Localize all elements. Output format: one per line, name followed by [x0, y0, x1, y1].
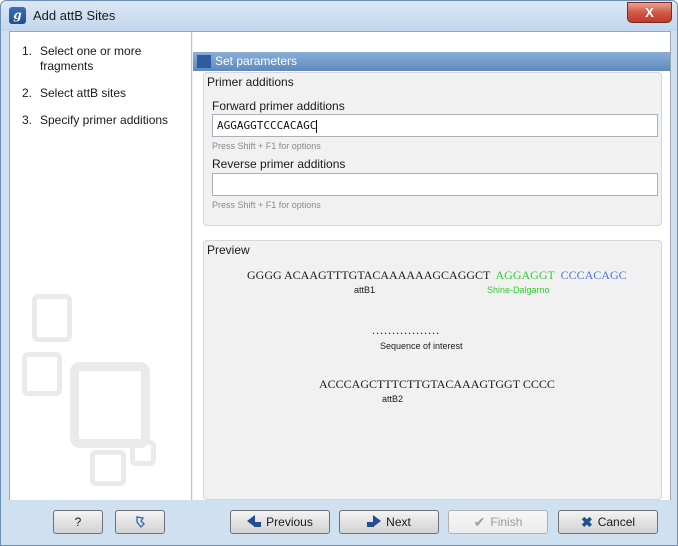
header-icon	[197, 55, 211, 68]
step-label: Select attB sites	[40, 86, 127, 100]
next-button[interactable]: Next	[339, 510, 439, 534]
cancel-button[interactable]: ✖ Cancel	[558, 510, 658, 534]
preview-line-1: GGGG ACAAGTTTGTACAAAAAAGCAGGCT AGGAGGT C…	[247, 268, 627, 282]
step-label: Specify primer additions	[40, 113, 169, 127]
set-parameters-header: Set parameters	[193, 52, 670, 71]
forward-primer-input[interactable]: AGGAGGTCCCACAGC	[212, 114, 658, 137]
reverse-primer-input[interactable]	[212, 173, 658, 196]
shine-dalgarno-caption: Shine-Dalgarno	[487, 285, 550, 295]
previous-arrow-icon	[247, 514, 262, 530]
close-button[interactable]: X	[627, 2, 672, 23]
attb1-caption: attB1	[354, 285, 376, 295]
watermark-logo	[90, 450, 126, 486]
reverse-label: Reverse primer additions	[212, 157, 346, 171]
app-icon: g	[9, 7, 26, 24]
watermark-logo	[70, 362, 150, 448]
primer-additions-group: Primer additions Forward primer addition…	[203, 72, 662, 226]
cancel-x-icon: ✖	[580, 513, 593, 530]
undo-button[interactable]	[115, 510, 165, 534]
button-bar: ? Previous Next ✔ Finish ✖ Cancel	[1, 500, 677, 545]
step-item: 1. Select one or more fragments	[22, 44, 183, 74]
watermark-logo	[22, 352, 62, 396]
main-panel: Set parameters Primer additions Forward …	[193, 32, 670, 500]
dialog-body: 1. Select one or more fragments 2. Select …	[9, 31, 671, 501]
step-label: Select one or more fragments	[40, 44, 142, 73]
window-title: Add attB Sites	[33, 8, 116, 23]
dialog-window: g Add attB Sites X 1. Select one or more …	[0, 0, 678, 546]
watermark-logo	[32, 294, 72, 342]
check-icon: ✔	[473, 513, 486, 530]
next-arrow-icon	[367, 514, 382, 530]
step-item: 2. Select attB sites	[22, 86, 127, 100]
help-button[interactable]: ?	[53, 510, 103, 534]
previous-button[interactable]: Previous	[230, 510, 330, 534]
steps-sidebar: 1. Select one or more fragments 2. Select …	[10, 32, 192, 500]
undo-arrow-icon	[136, 516, 145, 529]
title-bar: g Add attB Sites X	[1, 1, 677, 31]
reverse-hint: Press Shift + F1 for options	[212, 200, 321, 210]
step-item: 3. Specify primer additions	[22, 113, 169, 127]
group-title: Preview	[207, 243, 250, 257]
shine-dalgarno-seq: AGGAGGT	[495, 268, 555, 282]
forward-hint: Press Shift + F1 for options	[212, 141, 321, 151]
interest-dots: .................	[372, 323, 440, 337]
additional-seq: CCCACAGC	[560, 268, 627, 282]
preview-group: Preview GGGG ACAAGTTTGTACAAAAAAGCAGGCT A…	[203, 240, 662, 500]
watermark-logo	[130, 440, 156, 466]
attb2-caption: attB2	[382, 394, 404, 404]
interest-caption: Sequence of interest	[380, 341, 463, 351]
finish-button[interactable]: ✔ Finish	[448, 510, 548, 534]
preview-line-3: ACCCAGCTTTCTTGTACAAAGTGGT CCCC	[319, 377, 555, 391]
forward-label: Forward primer additions	[212, 99, 345, 113]
text-caret	[316, 119, 318, 133]
group-title: Primer additions	[207, 75, 294, 89]
